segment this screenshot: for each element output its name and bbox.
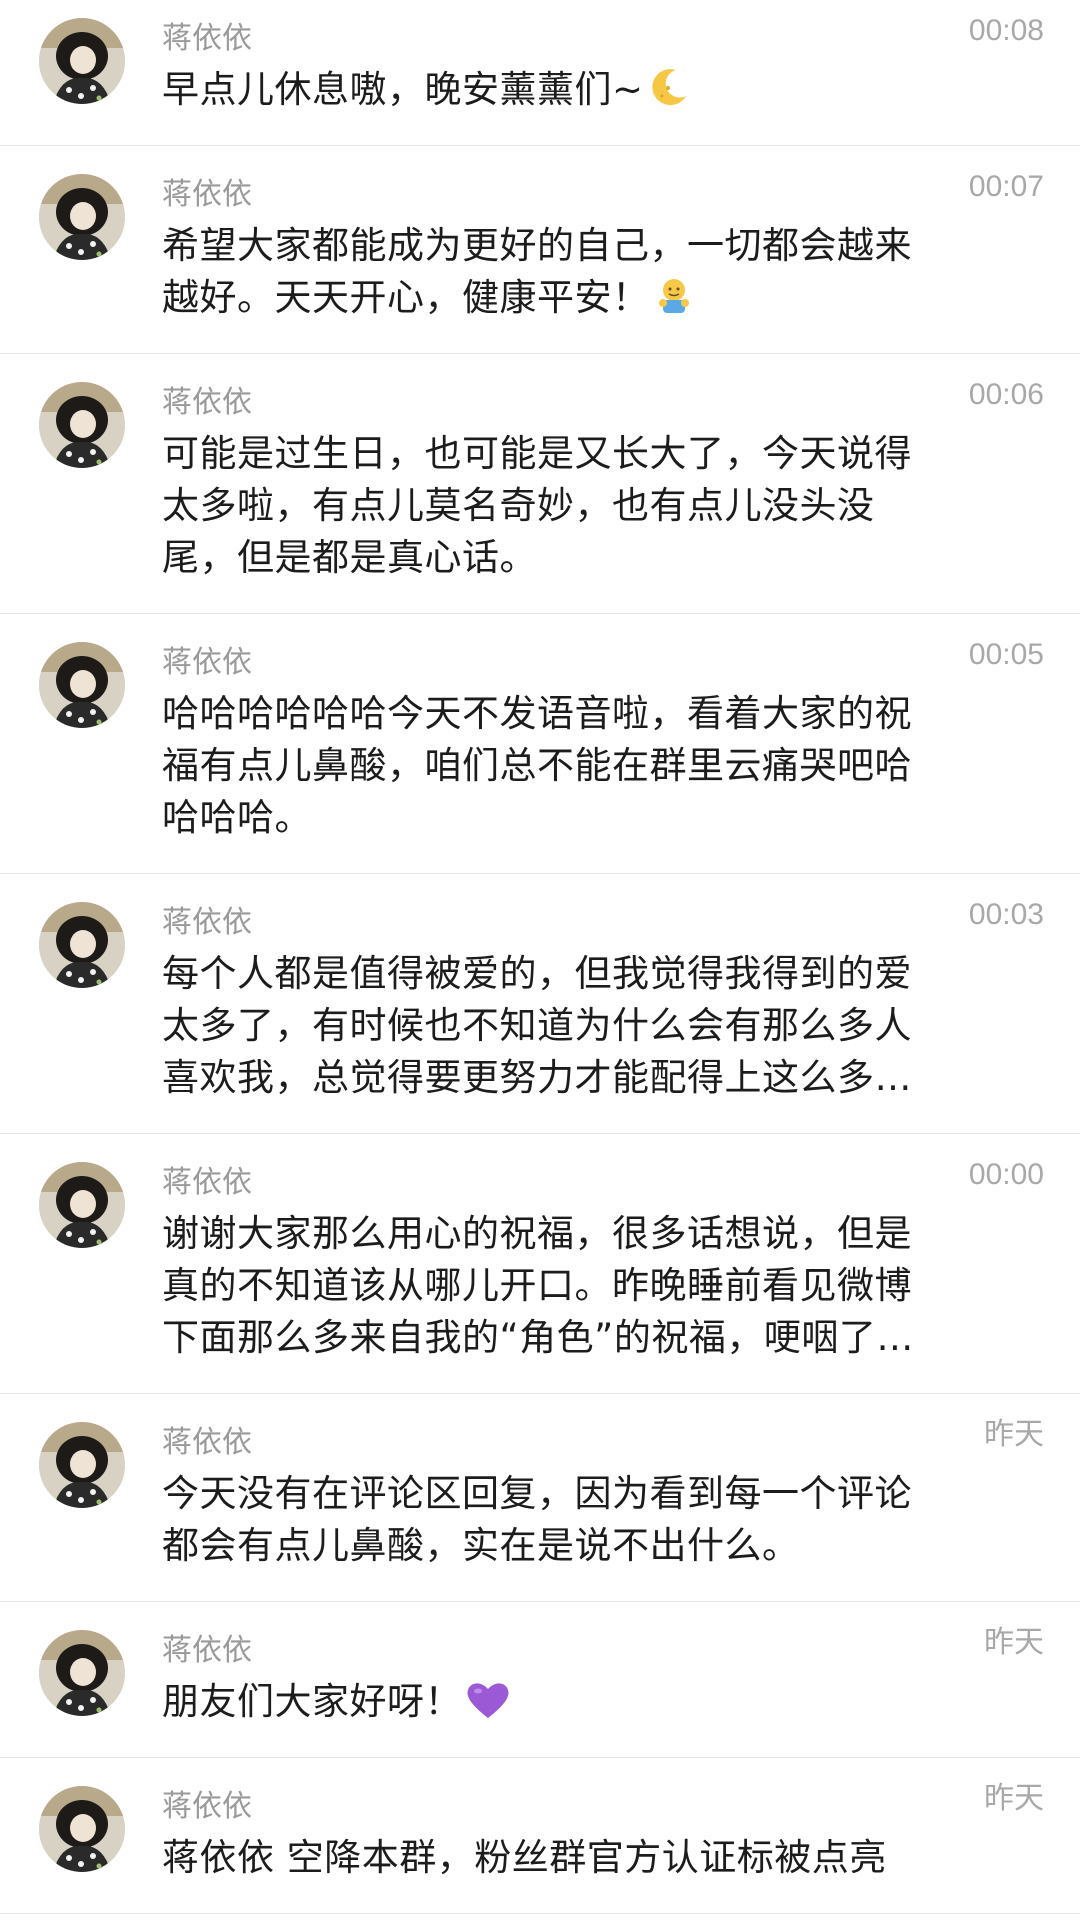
message-text: 今天没有在评论区回复，因为看到每一个评论都会有点儿鼻酸，实在是说不出什么。	[162, 1472, 912, 1567]
sender-name: 蒋依依	[162, 1165, 252, 1200]
message-text: 朋友们大家好呀！	[162, 1676, 938, 1728]
message-time: 00:07	[968, 170, 1044, 203]
list-item[interactable]: 蒋依依 00:07 希望大家都能成为更好的自己，一切都会越来越好。天天开心，健康…	[0, 146, 1080, 354]
list-item[interactable]: 蒋依依 00:08 早点儿休息嗷，晚安薰薰们~	[0, 0, 1080, 146]
purple-heart-icon	[466, 1680, 510, 1720]
avatar[interactable]	[39, 1630, 125, 1716]
message-text: 蒋依依 空降本群，粉丝群官方认证标被点亮	[162, 1836, 887, 1879]
sender-name: 蒋依依	[162, 177, 252, 212]
message-text: 早点儿休息嗷，晚安薰薰们~	[162, 64, 938, 116]
sender-name: 蒋依依	[162, 1633, 252, 1668]
message-text: 希望大家都能成为更好的自己，一切都会越来越好。天天开心，健康平安！	[162, 224, 912, 319]
list-item[interactable]: 蒋依依 00:03 每个人都是值得被爱的，但我觉得我得到的爱太多了，有时候也不知…	[0, 874, 1080, 1134]
message-time: 00:03	[968, 898, 1044, 931]
message-time: 昨天	[984, 1626, 1044, 1659]
message-time: 00:05	[968, 638, 1044, 671]
avatar[interactable]	[39, 382, 125, 468]
list-item[interactable]: 蒋依依 00:05 哈哈哈哈哈哈今天不发语音啦，看着大家的祝福有点儿鼻酸，咱们总…	[0, 614, 1080, 874]
avatar[interactable]	[39, 902, 125, 988]
avatar[interactable]	[39, 1786, 125, 1872]
message-list: 蒋依依 00:08 早点儿休息嗷，晚安薰薰们~ 蒋依依 00:07 希望大家都能…	[0, 0, 1080, 1914]
list-item[interactable]: 蒋依依 00:06 可能是过生日，也可能是又长大了，今天说得太多啦，有点儿莫名奇…	[0, 354, 1080, 614]
message-time: 00:06	[968, 378, 1044, 411]
message-text: 每个人都是值得被爱的，但我觉得我得到的爱太多了，有时候也不知道为什么会有那么多人…	[162, 952, 912, 1099]
sender-name: 蒋依依	[162, 905, 252, 940]
hug-emoji-icon	[654, 276, 694, 316]
message-text: 哈哈哈哈哈哈今天不发语音啦，看着大家的祝福有点儿鼻酸，咱们总不能在群里云痛哭吧哈…	[162, 692, 912, 839]
message-time: 昨天	[984, 1782, 1044, 1815]
sender-name: 蒋依依	[162, 21, 252, 56]
message-time: 00:00	[968, 1158, 1044, 1191]
message-text: 谢谢大家那么用心的祝福，很多话想说，但是真的不知道该从哪儿开口。昨晚睡前看见微博…	[162, 1212, 914, 1359]
avatar[interactable]	[39, 18, 125, 104]
message-text: 可能是过生日，也可能是又长大了，今天说得太多啦，有点儿莫名奇妙，也有点儿没头没尾…	[162, 432, 912, 579]
avatar[interactable]	[39, 1422, 125, 1508]
message-time: 昨天	[984, 1418, 1044, 1451]
avatar[interactable]	[39, 174, 125, 260]
list-item[interactable]: 蒋依依 昨天 蒋依依 空降本群，粉丝群官方认证标被点亮	[0, 1758, 1080, 1914]
list-item[interactable]: 蒋依依 昨天 朋友们大家好呀！	[0, 1602, 1080, 1758]
sender-name: 蒋依依	[162, 645, 252, 680]
avatar[interactable]	[39, 1162, 125, 1248]
crescent-moon-icon	[648, 66, 690, 108]
message-time: 00:08	[968, 14, 1044, 47]
sender-name: 蒋依依	[162, 1425, 252, 1460]
sender-name: 蒋依依	[162, 1789, 252, 1824]
avatar[interactable]	[39, 642, 125, 728]
list-item[interactable]: 蒋依依 00:00 谢谢大家那么用心的祝福，很多话想说，但是真的不知道该从哪儿开…	[0, 1134, 1080, 1394]
sender-name: 蒋依依	[162, 385, 252, 420]
list-item[interactable]: 蒋依依 昨天 今天没有在评论区回复，因为看到每一个评论都会有点儿鼻酸，实在是说不…	[0, 1394, 1080, 1602]
